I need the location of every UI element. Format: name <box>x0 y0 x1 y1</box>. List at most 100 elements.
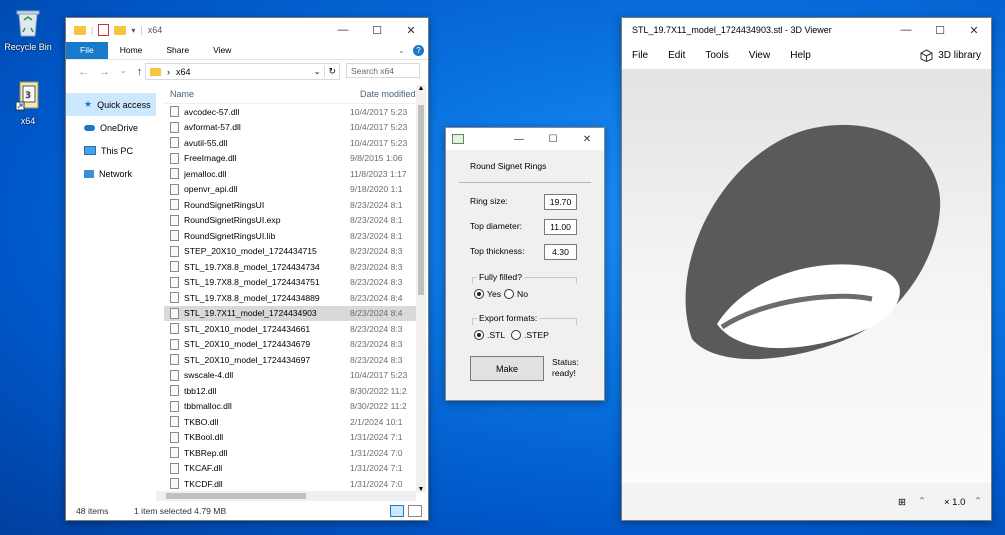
top-diameter-input[interactable]: 11.00 <box>544 219 577 235</box>
file-row[interactable]: STL_20X10_model_1724434697 8/23/2024 8:3 <box>164 352 416 368</box>
desktop-icon-x64[interactable]: 3 x64 <box>0 80 56 126</box>
close-button[interactable]: ✕ <box>957 18 991 42</box>
file-row[interactable]: STL_19.7X8.8_model_1724434751 8/23/2024 8… <box>164 275 416 291</box>
vertical-scrollbar[interactable]: ▲ ▼ <box>416 85 426 493</box>
up-arrow-icon[interactable]: ↑ <box>137 66 143 78</box>
export-step-radio[interactable]: .STEP <box>511 330 549 340</box>
nav-item-onedrive[interactable]: OneDrive <box>66 116 156 139</box>
selection-info: 1 item selected 4.79 MB <box>134 506 227 516</box>
file-icon <box>170 245 179 257</box>
file-row[interactable]: STL_19.7X8.8_model_1724434889 8/23/2024 8… <box>164 290 416 306</box>
file-row[interactable]: RoundSignetRingsUI.lib 8/23/2024 8:1 <box>164 228 416 244</box>
file-explorer-window[interactable]: | ▾ | x64 — ☐ ✕ File Home Share View ⌄ ?… <box>65 17 429 521</box>
viewer-titlebar[interactable]: STL_19.7X11_model_1724434903.stl - 3D Vi… <box>622 18 991 42</box>
radio-unchecked-icon <box>504 289 514 299</box>
column-header-date[interactable]: Date modified <box>360 89 416 99</box>
dialog-titlebar[interactable]: — ☐ ✕ <box>446 128 604 150</box>
help-icon[interactable]: ? <box>413 45 424 56</box>
file-name: avutil-55.dll <box>184 137 228 148</box>
tab-home[interactable]: Home <box>108 42 155 59</box>
top-thickness-input[interactable]: 4.30 <box>544 244 577 260</box>
scroll-thumb[interactable] <box>166 493 306 499</box>
3d-viewport[interactable] <box>622 69 991 483</box>
refresh-icon[interactable]: ↻ <box>324 66 339 77</box>
scroll-thumb[interactable] <box>418 105 424 295</box>
maximize-button[interactable]: ☐ <box>360 18 394 42</box>
back-arrow-icon[interactable]: ← <box>78 66 89 78</box>
maximize-button[interactable]: ☐ <box>536 128 570 150</box>
file-row[interactable]: avformat-57.dll 10/4/2017 5:23 <box>164 120 416 136</box>
expand-ribbon-icon[interactable]: ⌄ <box>398 45 405 56</box>
file-row[interactable]: tbbmalloc.dll 8/30/2022 11:2 <box>164 399 416 415</box>
file-row[interactable]: jemalloc.dll 11/8/2023 1:17 <box>164 166 416 182</box>
fully-filled-no-radio[interactable]: No <box>504 289 528 299</box>
round-signet-rings-dialog[interactable]: — ☐ ✕ Round Signet Rings Ring size: 19.7… <box>445 127 605 401</box>
recent-chevron-icon[interactable]: ⌄ <box>120 66 127 78</box>
menu-file[interactable]: File <box>622 50 658 61</box>
file-row[interactable]: TKCAF.dll 1/31/2024 7:1 <box>164 461 416 477</box>
file-row[interactable]: TKBO.dll 2/1/2024 10:1 <box>164 414 416 430</box>
details-view-icon[interactable] <box>390 505 404 517</box>
nav-item-this-pc[interactable]: This PC <box>66 139 156 162</box>
close-button[interactable]: ✕ <box>570 128 604 150</box>
file-row[interactable]: TKCDF.dll 1/31/2024 7:0 <box>164 476 416 492</box>
ring-size-input[interactable]: 19.70 <box>544 194 577 210</box>
3d-library-button[interactable]: 3D library <box>920 48 981 62</box>
tab-share[interactable]: Share <box>154 42 201 59</box>
file-row[interactable]: TKBRep.dll 1/31/2024 7:0 <box>164 445 416 461</box>
column-header-name[interactable]: Name <box>164 89 360 99</box>
large-icons-view-icon[interactable] <box>408 505 422 517</box>
file-row[interactable]: STL_19.7X11_model_1724434903 8/23/2024 8:… <box>164 305 416 321</box>
file-row[interactable]: STL_19.7X8.8_model_1724434734 8/23/2024 8… <box>164 259 416 275</box>
file-row[interactable]: RoundSignetRingsUI.exp 8/23/2024 8:1 <box>164 213 416 229</box>
make-button[interactable]: Make <box>470 356 544 381</box>
tab-file[interactable]: File <box>66 42 108 59</box>
export-stl-radio[interactable]: .STL <box>474 330 505 340</box>
explorer-titlebar[interactable]: | ▾ | x64 — ☐ ✕ <box>66 18 428 42</box>
minimize-button[interactable]: — <box>502 128 536 150</box>
properties-icon[interactable] <box>98 24 110 36</box>
file-icon <box>170 431 179 443</box>
tab-view[interactable]: View <box>201 42 243 59</box>
file-row[interactable]: tbb12.dll 8/30/2022 11:2 <box>164 383 416 399</box>
menu-help[interactable]: Help <box>780 50 821 61</box>
menu-edit[interactable]: Edit <box>658 50 695 61</box>
horizontal-scrollbar[interactable] <box>156 491 416 501</box>
minimize-button[interactable]: — <box>326 18 360 42</box>
menu-tools[interactable]: Tools <box>695 50 738 61</box>
file-row[interactable]: FreeImage.dll 9/8/2015 1:06 <box>164 151 416 167</box>
environment-icon[interactable]: ⊞ <box>898 497 906 508</box>
address-bar[interactable]: › x64 ⌄ ↻ <box>145 63 340 80</box>
search-input[interactable]: Search x64 <box>346 63 420 78</box>
desktop-icon-recycle-bin[interactable]: Recycle Bin <box>0 6 56 52</box>
new-folder-icon[interactable] <box>114 25 127 35</box>
maximize-button[interactable]: ☐ <box>923 18 957 42</box>
menu-view[interactable]: View <box>739 50 781 61</box>
file-row[interactable]: RoundSignetRingsUI 8/23/2024 8:1 <box>164 197 416 213</box>
file-row[interactable]: openvr_api.dll 9/18/2020 1:1 <box>164 182 416 198</box>
file-name: openvr_api.dll <box>184 184 238 195</box>
zoom-level[interactable]: × 1.0 <box>944 497 965 508</box>
close-button[interactable]: ✕ <box>394 18 428 42</box>
scroll-down-icon[interactable]: ▼ <box>416 486 426 493</box>
fully-filled-yes-radio[interactable]: Yes <box>474 289 501 299</box>
navigation-pane: ★ Quick access OneDrive This PC Network <box>66 93 156 493</box>
file-row[interactable]: TKBool.dll 1/31/2024 7:1 <box>164 430 416 446</box>
nav-item-quick-access[interactable]: ★ Quick access <box>66 93 156 116</box>
file-row[interactable]: STL_20X10_model_1724434679 8/23/2024 8:3 <box>164 337 416 353</box>
forward-arrow-icon[interactable]: → <box>99 66 110 78</box>
3d-viewer-window[interactable]: STL_19.7X11_model_1724434903.stl - 3D Vi… <box>621 17 992 521</box>
file-row[interactable]: STL_20X10_model_1724434661 8/23/2024 8:3 <box>164 321 416 337</box>
chevron-up-icon[interactable]: ⌃ <box>918 496 926 507</box>
file-row[interactable]: STEP_20X10_model_1724434715 8/23/2024 8:3 <box>164 244 416 260</box>
breadcrumb[interactable]: x64 <box>176 67 191 77</box>
chevron-down-icon[interactable]: ⌄ <box>314 67 321 76</box>
chevron-down-icon[interactable]: ▾ <box>131 26 135 35</box>
chevron-up-icon[interactable]: ⌃ <box>974 496 982 507</box>
minimize-button[interactable]: — <box>889 18 923 42</box>
file-row[interactable]: avutil-55.dll 10/4/2017 5:23 <box>164 135 416 151</box>
file-row[interactable]: avcodec-57.dll 10/4/2017 5:23 <box>164 104 416 120</box>
file-row[interactable]: swscale-4.dll 10/4/2017 5:23 <box>164 368 416 384</box>
scroll-up-icon[interactable]: ▲ <box>416 85 426 92</box>
nav-item-network[interactable]: Network <box>66 162 156 185</box>
